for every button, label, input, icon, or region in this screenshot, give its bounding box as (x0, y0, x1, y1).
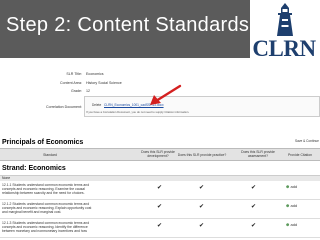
practice-checkbox[interactable]: ✔ (199, 184, 204, 191)
principles-title: Principals of Economics (2, 139, 84, 146)
grade-value: 12 (86, 89, 90, 93)
slr-title-value: Economics (86, 72, 104, 76)
slide-title: Step 2: Content Standards (6, 14, 250, 36)
group-none: None (0, 175, 320, 181)
development-checkbox[interactable]: ✔ (157, 203, 162, 210)
practice-checkbox[interactable]: ✔ (199, 203, 204, 210)
delete-link[interactable]: Delete (92, 103, 101, 107)
standard-text: 12.1.1 Students understand common econom… (2, 183, 90, 195)
slide-title-bar: Step 2: Content Standards (0, 0, 250, 58)
logo-text: CLRN (252, 36, 316, 61)
assessment-checkbox[interactable]: ✔ (251, 203, 256, 210)
grade-label: Grade: (71, 89, 82, 93)
plus-icon: ⊕ (286, 184, 290, 189)
table-row: 12.1.2 Students understand common econom… (0, 201, 320, 219)
correlation-label: Correlation Document: (46, 105, 82, 109)
assessment-checkbox[interactable]: ✔ (251, 222, 256, 229)
col-assessment: Does this SLR provide assessment? (241, 150, 275, 159)
slr-title-label: SLR Title: (66, 72, 82, 76)
lighthouse-icon (277, 3, 293, 36)
plus-icon: ⊕ (286, 222, 290, 227)
strand-title: Strand: Economics (2, 165, 66, 172)
col-citation: Provide Citation (288, 153, 312, 157)
red-arrow-icon (150, 84, 182, 105)
add-citation-button[interactable]: ⊕ add (286, 203, 297, 208)
add-citation-button[interactable]: ⊕ add (286, 184, 297, 189)
development-checkbox[interactable]: ✔ (157, 184, 162, 191)
standard-text: 12.1.2 Students understand common econom… (2, 202, 92, 214)
standard-text: 12.1.3 Students understand common econom… (2, 221, 90, 233)
slr-title-row: SLR Title: Economics (0, 72, 320, 78)
content-area-value: History Social Science (86, 81, 122, 85)
development-checkbox[interactable]: ✔ (157, 222, 162, 229)
save-continue-link[interactable]: Save & Continue (295, 139, 319, 143)
add-citation-button[interactable]: ⊕ add (286, 222, 297, 227)
col-standard: Standard (43, 153, 57, 157)
standards-table-header: Standard Does this SLR provide developme… (0, 148, 320, 161)
table-row: 12.1.3 Students understand common econom… (0, 220, 320, 238)
table-row: 12.1.1 Students understand common econom… (0, 182, 320, 200)
assessment-checkbox[interactable]: ✔ (251, 184, 256, 191)
plus-icon: ⊕ (286, 203, 290, 208)
content-area-label: Content Area: (60, 81, 82, 85)
col-practice: Does this SLR provide practice? (177, 153, 227, 157)
correlation-help-text: If you have a Correlation Document, you … (86, 110, 190, 114)
practice-checkbox[interactable]: ✔ (199, 222, 204, 229)
